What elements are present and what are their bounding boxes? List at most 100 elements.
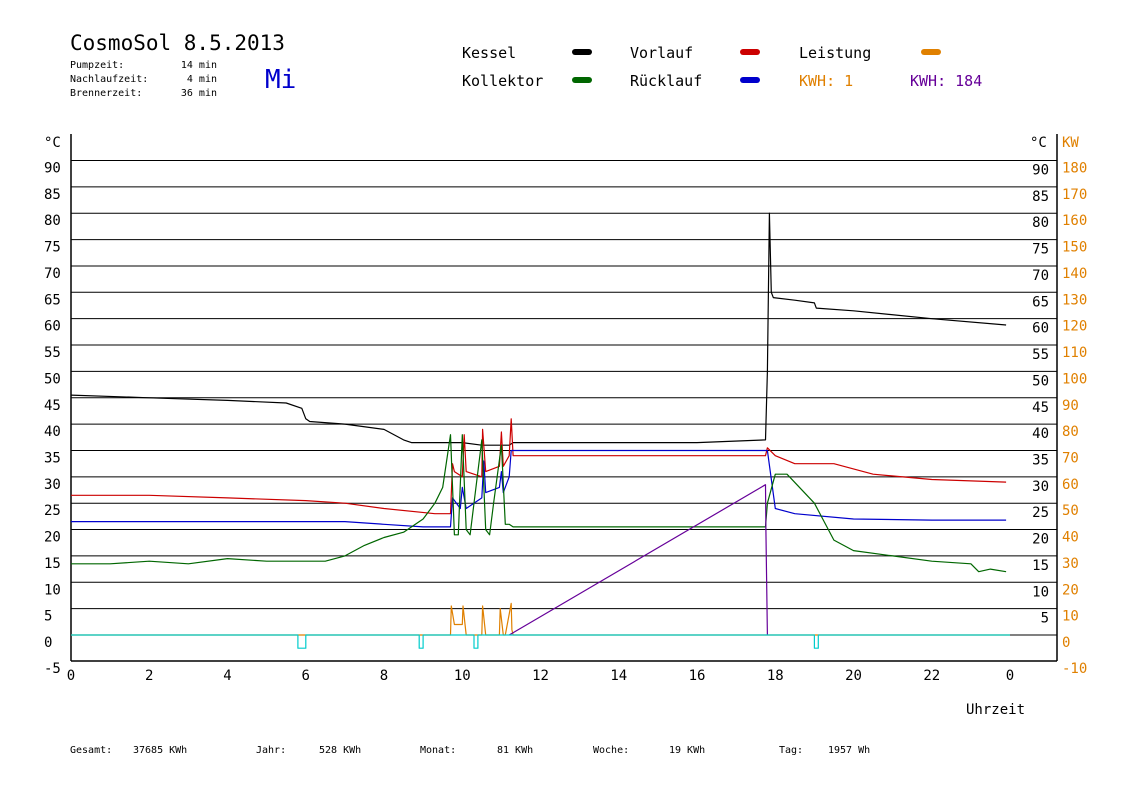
y-tick-right-kw: 80 [1062, 424, 1079, 440]
y-tick-left: 80 [44, 213, 61, 229]
y-tick-left: 65 [44, 292, 61, 308]
y-tick-left: 35 [44, 450, 61, 466]
y-tick-right-kw: 0 [1062, 635, 1070, 651]
y-tick-right-temp: 65 [1032, 294, 1049, 310]
footer-gesamt-label: Gesamt: [70, 745, 112, 756]
y-tick-left: 10 [44, 582, 61, 598]
x-tick: 16 [689, 668, 706, 684]
y-tick-right-temp: 60 [1032, 321, 1049, 337]
footer-stats: Gesamt: 37685 KWh Jahr: 528 KWh Monat: 8… [70, 745, 870, 756]
y-tick-right-kw: 140 [1062, 266, 1087, 282]
x-tick: 4 [223, 668, 231, 684]
y-tick-left: 75 [44, 240, 61, 256]
y-tick-left: 60 [44, 319, 61, 335]
y-tick-right-kw: 60 [1062, 477, 1079, 493]
y-tick-right-temp: 70 [1032, 268, 1049, 284]
legend-kollektor-swatch [572, 77, 592, 83]
weekday-label: Mi [265, 65, 296, 95]
nachlaufzeit-label: Nachlaufzeit: [70, 74, 148, 85]
legend-leistung-label: Leistung [799, 44, 871, 62]
footer-woche-label: Woche: [593, 745, 629, 756]
y-tick-right-temp: 45 [1032, 400, 1049, 416]
y-tick-right-temp: 90 [1032, 163, 1049, 179]
y-tick-right-kw: 130 [1062, 292, 1087, 308]
y-tick-right-temp: 50 [1032, 373, 1049, 389]
series-line-vorlauf [71, 418, 1007, 515]
y-tick-right-kw: 50 [1062, 503, 1079, 519]
legend-kessel-swatch [572, 49, 592, 55]
x-tick: 2 [145, 668, 153, 684]
x-tick: 0 [1006, 668, 1014, 684]
x-tick: 18 [767, 668, 784, 684]
series-lines [70, 212, 1010, 649]
footer-woche-value: 19 KWh [669, 745, 705, 756]
series-line-kwh [508, 484, 768, 636]
y-tick-right-temp: 55 [1032, 347, 1049, 363]
footer-gesamt-value: 37685 KWh [133, 745, 187, 756]
x-tick: 12 [532, 668, 549, 684]
y-tick-right-kw: 10 [1062, 609, 1079, 625]
legend-kessel-label: Kessel [462, 44, 516, 62]
brennerzeit-value: 36 min [181, 88, 217, 99]
y-tick-left: 40 [44, 424, 61, 440]
footer-jahr-label: Jahr: [256, 745, 286, 756]
y-tick-right-temp: 5 [1041, 611, 1049, 627]
y-tick-right-kw: 150 [1062, 240, 1087, 256]
y-tick-right-temp: 75 [1032, 242, 1049, 258]
x-tick: 22 [923, 668, 940, 684]
y-tick-right-temp: 10 [1032, 584, 1049, 600]
legend-leistung-swatch [921, 49, 941, 55]
pumpzeit-label: Pumpzeit: [70, 60, 124, 71]
y-tick-left: 85 [44, 187, 61, 203]
footer-tag-label: Tag: [779, 745, 803, 756]
y-tick-left: 20 [44, 530, 61, 546]
y-tick-right-kw: 40 [1062, 530, 1079, 546]
y-tick-left: 15 [44, 556, 61, 572]
y-tick-left: 70 [44, 266, 61, 282]
legend-ruecklauf-label: Rücklauf [630, 72, 702, 90]
x-tick: 6 [302, 668, 310, 684]
y-tick-right-kw: -10 [1062, 661, 1087, 677]
x-tick: 14 [610, 668, 627, 684]
pumpzeit-value: 14 min [181, 60, 217, 71]
legend-vorlauf-label: Vorlauf [630, 44, 693, 62]
y-tick-left: 5 [44, 609, 52, 625]
y-tick-left: 50 [44, 371, 61, 387]
y-tick-right-kw: 160 [1062, 213, 1087, 229]
tick-labels: -505101520253035404550556065707580859051… [44, 161, 1087, 685]
y-axis-kw-unit: KW [1062, 135, 1079, 151]
y-tick-right-temp: 40 [1032, 426, 1049, 442]
y-tick-left: 0 [44, 635, 52, 651]
y-tick-right-temp: 20 [1032, 532, 1049, 548]
legend-kwh-total: KWH: 184 [910, 72, 982, 90]
grid [70, 134, 1058, 662]
y-tick-right-temp: 25 [1032, 505, 1049, 521]
y-tick-right-kw: 180 [1062, 161, 1087, 177]
footer-monat-value: 81 KWh [497, 745, 533, 756]
y-tick-right-temp: 15 [1032, 558, 1049, 574]
y-tick-right-temp: 85 [1032, 189, 1049, 205]
chart: CosmoSol 8.5.2013 Mi Pumpzeit: 14 min Na… [44, 31, 1087, 756]
legend-ruecklauf-swatch [740, 77, 760, 83]
y-tick-right-kw: 100 [1062, 371, 1087, 387]
legend-vorlauf-swatch [740, 49, 760, 55]
y-tick-right-kw: 20 [1062, 582, 1079, 598]
footer-jahr-value: 528 KWh [319, 745, 361, 756]
y-tick-right-kw: 90 [1062, 398, 1079, 414]
y-tick-right-temp: 80 [1032, 215, 1049, 231]
series-line-rcklauf [71, 449, 1007, 528]
chart-title: CosmoSol 8.5.2013 [70, 31, 285, 55]
footer-monat-label: Monat: [420, 745, 456, 756]
footer-tag-value: 1957 Wh [828, 745, 870, 756]
y-tick-right-kw: 30 [1062, 556, 1079, 572]
y-tick-right-kw: 110 [1062, 345, 1087, 361]
legend-kollektor-label: Kollektor [462, 72, 543, 90]
nachlaufzeit-value: 4 min [187, 74, 217, 85]
y-tick-right-kw: 70 [1062, 450, 1079, 466]
y-axis-right-unit: °C [1030, 135, 1047, 151]
series-line-kessel [70, 212, 1007, 446]
x-tick: 20 [845, 668, 862, 684]
y-tick-right-temp: 35 [1032, 452, 1049, 468]
y-axis-left-unit: °C [44, 135, 61, 151]
y-tick-left: 90 [44, 161, 61, 177]
